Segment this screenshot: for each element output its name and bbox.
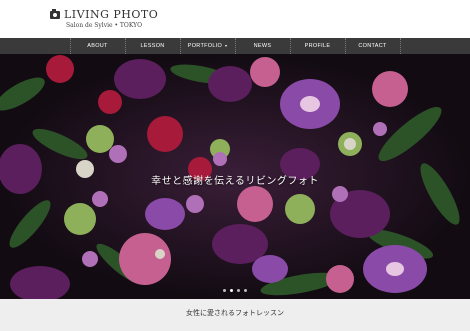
site-logo[interactable]: LIVING PHOTO Salon de Sylvie • TOKYO	[50, 8, 158, 29]
nav-item-profile[interactable]: PROFILE	[291, 38, 346, 54]
slider-dot[interactable]	[223, 289, 226, 292]
slider-pagination	[0, 289, 470, 292]
logo-title: LIVING PHOTO	[64, 8, 159, 21]
site-header: LIVING PHOTO Salon de Sylvie • TOKYO	[0, 0, 470, 38]
nav-item-label: PORTFOLIO	[187, 43, 223, 49]
tagline-text: 女性に愛されるフォトレッスン	[186, 309, 284, 317]
nav-item-news[interactable]: NEWS	[236, 38, 291, 54]
logo-subtitle: Salon de Sylvie • TOKYO	[66, 22, 143, 29]
camera-icon	[50, 8, 60, 19]
nav-item-portfolio[interactable]: PORTFOLIO ▾	[181, 38, 236, 54]
nav-item-label: ABOUT	[87, 43, 108, 49]
chevron-down-icon: ▾	[224, 43, 228, 48]
nav-item-label: PROFILE	[304, 43, 331, 49]
slider-dot[interactable]	[244, 289, 247, 292]
nav-item-label: CONTACT	[358, 43, 387, 49]
nav-item-lesson-program[interactable]: LESSON PROGRAM ▾	[126, 38, 181, 65]
main-nav: ABOUT LESSON PROGRAM ▾ PORTFOLIO ▾ NEWS …	[0, 38, 470, 65]
hero-headline: 幸せと感謝を伝えるリビングフォト	[151, 176, 319, 187]
hero-slider[interactable]: 幸せと感謝を伝えるリビングフォト	[0, 54, 470, 299]
nav-item-label: NEWS	[253, 43, 272, 49]
nav-item-contact[interactable]: CONTACT	[346, 38, 401, 54]
slider-dot[interactable]	[237, 289, 240, 292]
slider-dot-active[interactable]	[230, 289, 233, 292]
nav-item-about[interactable]: ABOUT	[69, 38, 126, 54]
